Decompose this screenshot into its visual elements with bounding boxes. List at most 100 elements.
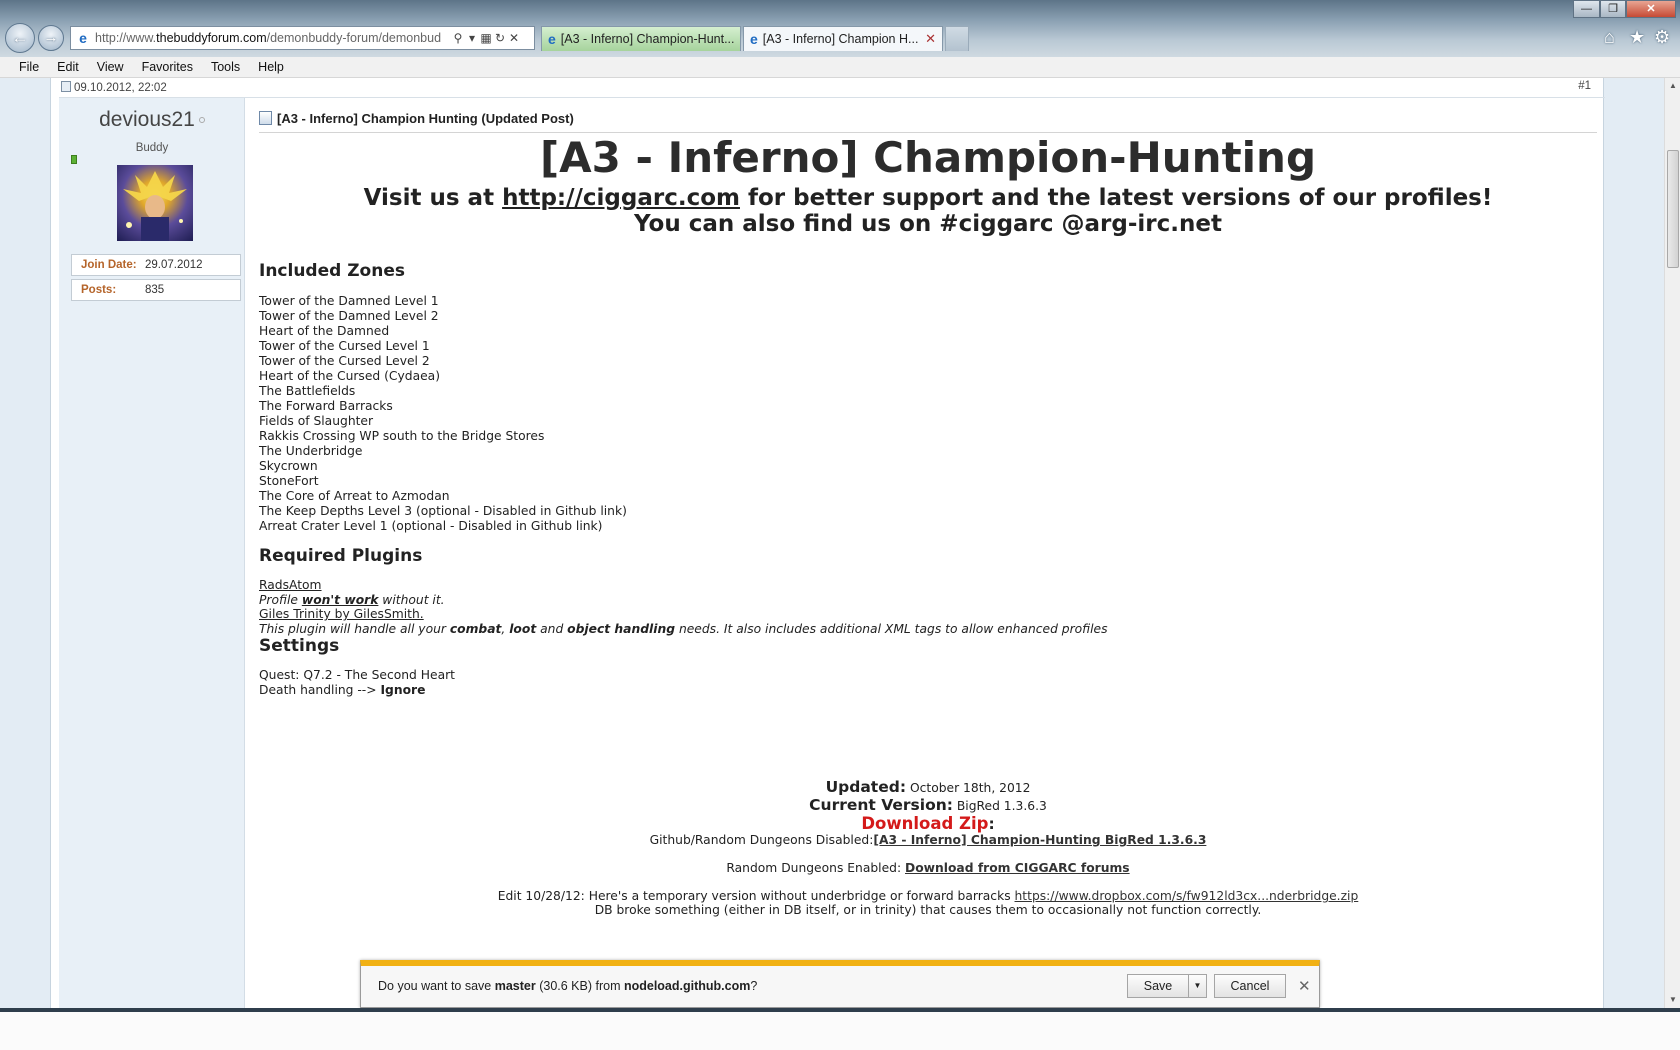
menu-edit[interactable]: Edit bbox=[48, 60, 88, 74]
scroll-thumb[interactable] bbox=[1667, 150, 1679, 268]
taskbar-edge bbox=[0, 1008, 1680, 1012]
visit-line: Visit us at http://ciggarc.com for bette… bbox=[363, 185, 1493, 211]
maximize-button[interactable]: ❐ bbox=[1600, 0, 1626, 18]
settings-heading: Settings bbox=[259, 636, 340, 656]
death-setting: Death handling --> Ignore bbox=[259, 683, 426, 697]
chevron-down-icon: ▼ bbox=[1193, 981, 1202, 990]
document-icon bbox=[259, 111, 272, 125]
gear-icon[interactable]: ⚙ bbox=[1654, 27, 1670, 48]
post-content: [A3 - Inferno] Champion Hunting (Updated… bbox=[247, 98, 1605, 1008]
home-icon[interactable]: ⌂ bbox=[1604, 27, 1615, 48]
avatar[interactable] bbox=[117, 165, 193, 241]
plugins-heading: Required Plugins bbox=[259, 546, 423, 566]
zones-list: Tower of the Damned Level 1 Tower of the… bbox=[259, 294, 627, 534]
close-window-button[interactable]: ✕ bbox=[1626, 0, 1676, 18]
quest-setting: Quest: Q7.2 - The Second Heart bbox=[259, 668, 455, 682]
post-title: [A3 - Inferno] Champion Hunting (Updated… bbox=[259, 111, 1597, 133]
menu-view[interactable]: View bbox=[88, 60, 133, 74]
dropdown-arrow-icon[interactable]: ▾ bbox=[466, 31, 478, 45]
zone-item: Fields of Slaughter bbox=[259, 414, 374, 428]
radsatom-link[interactable]: RadsAtom bbox=[259, 578, 322, 592]
cancel-button[interactable]: Cancel bbox=[1214, 974, 1286, 998]
tab-champion-hunt-1[interactable]: e [A3 - Inferno] Champion-Hunt... bbox=[541, 26, 741, 51]
zone-item: Tower of the Damned Level 2 bbox=[259, 309, 439, 323]
updated-line: Updated: October 18th, 2012 bbox=[825, 778, 1031, 796]
ie-page-icon: e bbox=[79, 30, 87, 46]
arrow-left-icon: ← bbox=[11, 28, 29, 47]
zone-item: Skycrown bbox=[259, 459, 318, 473]
save-options-dropdown[interactable]: ▼ bbox=[1189, 974, 1207, 998]
back-button[interactable]: ← bbox=[5, 23, 35, 53]
favorites-star-icon[interactable]: ★ bbox=[1629, 27, 1645, 48]
save-button[interactable]: Save bbox=[1127, 974, 1189, 998]
github-line: Github/Random Dungeons Disabled:[A3 - In… bbox=[649, 833, 1207, 847]
plugins-block: RadsAtom Profile won't work without it. … bbox=[259, 578, 1108, 636]
minimize-button[interactable]: — bbox=[1573, 0, 1600, 18]
download-zip-line: Download Zip: bbox=[861, 814, 995, 833]
version-line: Current Version: BigRed 1.3.6.3 bbox=[809, 796, 1047, 814]
stop-icon[interactable]: ✕ bbox=[508, 31, 520, 45]
menu-bar: File Edit View Favorites Tools Help bbox=[0, 57, 1680, 78]
ciggarc-link[interactable]: http://ciggarc.com bbox=[502, 185, 740, 211]
address-bar[interactable]: e http://www.thebuddyforum.com/demonbudd… bbox=[70, 26, 535, 50]
zone-item: The Keep Depths Level 3 (optional - Disa… bbox=[259, 504, 627, 518]
avatar-image bbox=[123, 171, 187, 241]
dropbox-link[interactable]: https://www.dropbox.com/s/fw912ld3cx...n… bbox=[1015, 889, 1359, 903]
irc-line: You can also find us on #ciggarc @arg-ir… bbox=[634, 211, 1222, 237]
ie-page-icon: e bbox=[548, 31, 556, 47]
offline-status-icon bbox=[198, 117, 205, 123]
reputation-icon bbox=[71, 155, 77, 164]
zone-item: Heart of the Cursed (Cydaea) bbox=[259, 369, 441, 383]
db-note: DB broke something (either in DB itself,… bbox=[594, 903, 1262, 917]
zone-item: StoneFort bbox=[259, 474, 319, 488]
menu-file[interactable]: File bbox=[10, 60, 48, 74]
post-date: 09.10.2012, 22:02 bbox=[61, 81, 167, 94]
ciggarc-forums-link[interactable]: Download from CIGGARC forums bbox=[905, 861, 1130, 875]
post-number-link[interactable]: #1 bbox=[1578, 80, 1591, 92]
zone-item: Tower of the Cursed Level 1 bbox=[259, 339, 430, 353]
search-icon[interactable]: ⚲ bbox=[452, 31, 464, 45]
close-icon[interactable]: ✕ bbox=[1298, 977, 1311, 995]
username-link[interactable]: devious21 bbox=[59, 108, 245, 132]
menu-tools[interactable]: Tools bbox=[202, 60, 249, 74]
zone-item: Tower of the Cursed Level 2 bbox=[259, 354, 430, 368]
url-text[interactable]: http://www.thebuddyforum.com/demonbuddy-… bbox=[95, 31, 450, 45]
user-title: Buddy bbox=[135, 142, 169, 154]
scroll-up-arrow-icon[interactable]: ▲ bbox=[1665, 78, 1680, 94]
arrow-right-icon: → bbox=[43, 29, 59, 46]
new-tab-button[interactable] bbox=[945, 26, 969, 51]
post-icon bbox=[61, 81, 71, 92]
join-date-box: Join Date: 29.07.2012 bbox=[71, 254, 241, 276]
posts-count-box: Posts: 835 bbox=[71, 279, 241, 301]
zone-item: The Forward Barracks bbox=[259, 399, 393, 413]
zone-item: Tower of the Damned Level 1 bbox=[259, 294, 439, 308]
user-info-panel: devious21 Buddy Join Date: 29.07.2012 Po… bbox=[59, 98, 245, 1008]
zone-item: The Underbridge bbox=[259, 444, 363, 458]
browser-toolbar: ← → e http://www.thebuddyforum.com/demon… bbox=[0, 0, 1680, 57]
edit-line: Edit 10/28/12: Here's a temporary versio… bbox=[497, 889, 1359, 903]
forward-button[interactable]: → bbox=[38, 25, 64, 51]
download-notification-bar: Do you want to save master (30.6 KB) fro… bbox=[360, 960, 1320, 1008]
menu-help[interactable]: Help bbox=[249, 60, 293, 74]
compatibility-view-icon[interactable]: ▦ bbox=[480, 31, 492, 45]
plugin2-note: This plugin will handle all your combat,… bbox=[259, 621, 1108, 636]
ie-page-icon: e bbox=[750, 31, 758, 47]
zone-item: Heart of the Damned bbox=[259, 324, 390, 338]
menu-favorites[interactable]: Favorites bbox=[133, 60, 202, 74]
settings-block: Quest: Q7.2 - The Second Heart Death han… bbox=[259, 668, 455, 698]
zone-item: Rakkis Crossing WP south to the Bridge S… bbox=[259, 429, 545, 443]
post-header: 09.10.2012, 22:02 #1 bbox=[59, 78, 1605, 98]
refresh-icon[interactable]: ↻ bbox=[494, 31, 506, 45]
vertical-scrollbar[interactable]: ▲ ▼ bbox=[1664, 78, 1680, 1008]
zone-item: The Battlefields bbox=[259, 384, 356, 398]
plugin1-note: Profile won't work without it. bbox=[259, 592, 445, 607]
scroll-down-arrow-icon[interactable]: ▼ bbox=[1665, 992, 1680, 1008]
giles-trinity-link[interactable]: Giles Trinity by GilesSmith. bbox=[259, 607, 424, 621]
zone-item: The Core of Arreat to Azmodan bbox=[259, 489, 450, 503]
close-tab-icon[interactable]: ✕ bbox=[925, 31, 936, 47]
zones-heading: Included Zones bbox=[259, 261, 405, 281]
download-message: Do you want to save master (30.6 KB) fro… bbox=[378, 979, 758, 993]
zone-item: Arreat Crater Level 1 (optional - Disabl… bbox=[259, 519, 603, 533]
github-download-link[interactable]: [A3 - Inferno] Champion-Hunting BigRed 1… bbox=[873, 833, 1206, 847]
tab-champion-hunt-2[interactable]: e [A3 - Inferno] Champion H... ✕ bbox=[743, 26, 943, 51]
